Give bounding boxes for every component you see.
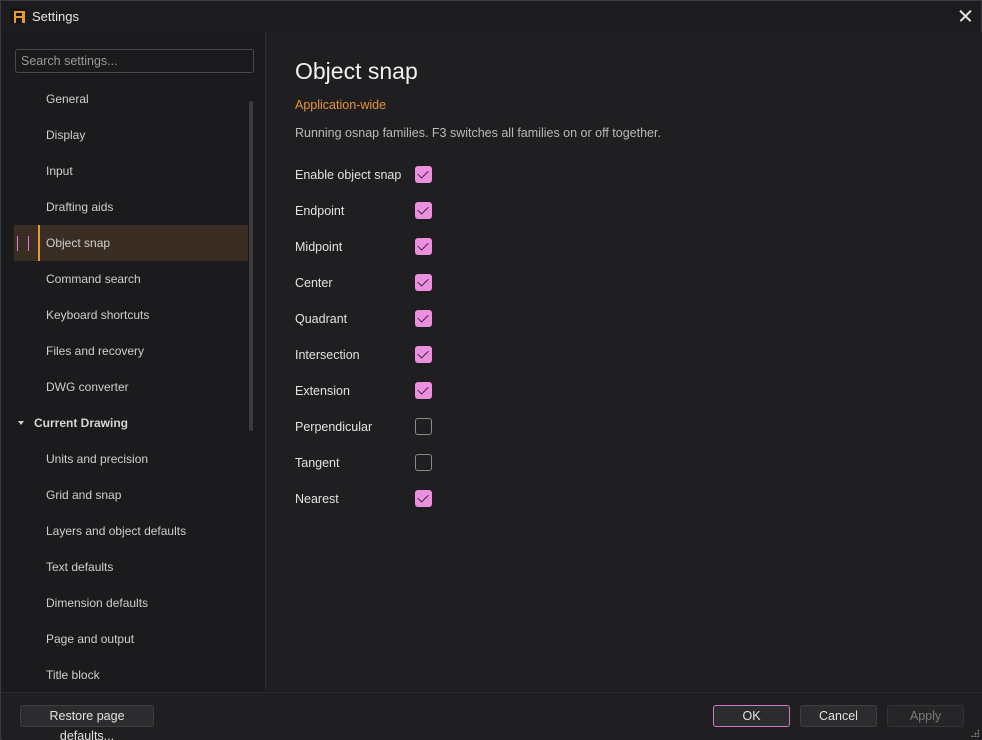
search-input[interactable] xyxy=(15,49,254,73)
option-nearest: Nearest xyxy=(295,481,495,517)
intersection-checkbox[interactable] xyxy=(415,346,432,363)
option-intersection: Intersection xyxy=(295,337,495,373)
option-endpoint: Endpoint xyxy=(295,193,495,229)
sidebar-item-general[interactable]: General xyxy=(14,81,248,117)
option-label: Enable object snap xyxy=(295,168,402,182)
quadrant-checkbox[interactable] xyxy=(415,310,432,327)
sidebar-item-units-and-precision[interactable]: Units and precision xyxy=(14,441,248,477)
sidebar-item-label: Layers and object defaults xyxy=(46,524,187,538)
selection-marker-icon xyxy=(17,236,29,251)
sidebar-item-title-block[interactable]: Title block xyxy=(14,657,248,693)
page-title: Object snap xyxy=(295,58,418,84)
settings-content: Object snap Application-wide Running osn… xyxy=(267,32,982,692)
option-perpendicular: Perpendicular xyxy=(295,409,495,445)
sidebar-item-label: DWG converter xyxy=(46,380,129,394)
sidebar-item-label: Object snap xyxy=(46,236,111,250)
tangent-checkbox[interactable] xyxy=(415,454,432,471)
sidebar-item-label: Dimension defaults xyxy=(46,596,149,610)
sidebar-group-current-drawing[interactable]: Current Drawing xyxy=(14,405,248,441)
scope-label: Application-wide xyxy=(295,98,387,112)
sidebar-item-label: Title block xyxy=(46,668,100,682)
sidebar-scrollbar[interactable] xyxy=(249,101,253,431)
endpoint-checkbox[interactable] xyxy=(415,202,432,219)
window-title: Settings xyxy=(32,9,79,24)
sidebar-item-label: Input xyxy=(46,164,73,178)
sidebar-group-label: Current Drawing xyxy=(34,416,129,430)
option-enable-object-snap: Enable object snap xyxy=(295,157,495,193)
sidebar-item-label: Grid and snap xyxy=(46,488,122,502)
option-label: Tangent xyxy=(295,456,340,470)
option-tangent: Tangent xyxy=(295,445,495,481)
cancel-button[interactable]: Cancel xyxy=(800,705,877,727)
sidebar-item-text-defaults[interactable]: Text defaults xyxy=(14,549,248,585)
caret-down-icon[interactable] xyxy=(18,421,24,425)
resize-grip-icon[interactable] xyxy=(971,729,979,737)
extension-checkbox[interactable] xyxy=(415,382,432,399)
midpoint-checkbox[interactable] xyxy=(415,238,432,255)
sidebar-item-label: Units and precision xyxy=(46,452,149,466)
sidebar-item-label: General xyxy=(46,92,89,106)
sidebar-item-display[interactable]: Display xyxy=(14,117,248,153)
option-label: Intersection xyxy=(295,348,360,362)
sidebar-item-label: Files and recovery xyxy=(46,344,145,358)
option-quadrant: Quadrant xyxy=(295,301,495,337)
settings-sidebar: General Display Input Drafting aids Obje… xyxy=(2,32,266,692)
option-label: Extension xyxy=(295,384,350,398)
sidebar-item-files-and-recovery[interactable]: Files and recovery xyxy=(14,333,248,369)
sidebar-item-input[interactable]: Input xyxy=(14,153,248,189)
option-midpoint: Midpoint xyxy=(295,229,495,265)
option-label: Quadrant xyxy=(295,312,348,326)
app-logo-icon xyxy=(10,8,26,24)
sidebar-item-label: Page and output xyxy=(46,632,135,646)
option-label: Center xyxy=(295,276,333,290)
sidebar-item-label: Command search xyxy=(46,272,141,286)
sidebar-item-dimension-defaults[interactable]: Dimension defaults xyxy=(14,585,248,621)
option-label: Nearest xyxy=(295,492,339,506)
page-description: Running osnap families. F3 switches all … xyxy=(295,126,661,140)
ok-button[interactable]: OK xyxy=(713,705,790,727)
nearest-checkbox[interactable] xyxy=(415,490,432,507)
sidebar-item-layers-and-object-defaults[interactable]: Layers and object defaults xyxy=(14,513,248,549)
dialog-footer: Restore page defaults... OK Cancel Apply xyxy=(2,692,982,740)
center-checkbox[interactable] xyxy=(415,274,432,291)
sidebar-item-label: Keyboard shortcuts xyxy=(46,308,150,322)
selection-accent-bar xyxy=(38,225,40,261)
sidebar-item-command-search[interactable]: Command search xyxy=(14,261,248,297)
title-bar: Settings xyxy=(1,1,981,32)
sidebar-item-drafting-aids[interactable]: Drafting aids xyxy=(14,189,248,225)
option-label: Midpoint xyxy=(295,240,343,254)
close-icon[interactable] xyxy=(957,8,973,24)
restore-defaults-button[interactable]: Restore page defaults... xyxy=(20,705,154,740)
sidebar-item-label: Drafting aids xyxy=(46,200,114,214)
apply-button[interactable]: Apply xyxy=(887,705,964,727)
settings-window: Settings General Display Input Drafting … xyxy=(0,0,982,740)
sidebar-item-dwg-converter[interactable]: DWG converter xyxy=(14,369,248,405)
option-center: Center xyxy=(295,265,495,301)
sidebar-nav: General Display Input Drafting aids Obje… xyxy=(14,81,248,693)
sidebar-item-keyboard-shortcuts[interactable]: Keyboard shortcuts xyxy=(14,297,248,333)
option-label: Endpoint xyxy=(295,204,345,218)
sidebar-item-label: Display xyxy=(46,128,86,142)
sidebar-item-object-snap[interactable]: Object snap xyxy=(14,225,248,261)
enable-object-snap-checkbox[interactable] xyxy=(415,166,432,183)
option-label: Perpendicular xyxy=(295,420,373,434)
osnap-options: Enable object snap Endpoint Midpoint Cen… xyxy=(295,157,495,517)
sidebar-item-label: Text defaults xyxy=(46,560,114,574)
sidebar-item-page-and-output[interactable]: Page and output xyxy=(14,621,248,657)
perpendicular-checkbox[interactable] xyxy=(415,418,432,435)
option-extension: Extension xyxy=(295,373,495,409)
sidebar-item-grid-and-snap[interactable]: Grid and snap xyxy=(14,477,248,513)
